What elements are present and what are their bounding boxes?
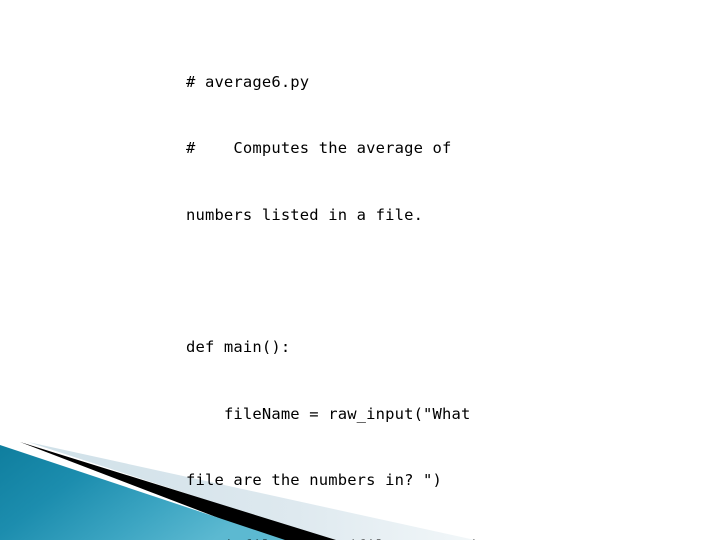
code-line: infile = open(fileName,'r') xyxy=(186,535,586,540)
code-line: fileName = raw_input("What xyxy=(186,404,471,423)
code-line: file are the numbers in? ") xyxy=(186,470,443,489)
code-line: numbers listed in a file. xyxy=(186,205,424,224)
slide-canvas: # average6.py # Computes the average of … xyxy=(0,0,720,540)
code-line: def main(): xyxy=(186,338,291,357)
code-listing: # average6.py # Computes the average of … xyxy=(186,27,586,540)
code-line: # average6.py xyxy=(186,73,310,92)
code-line: # Computes the average of xyxy=(186,139,452,158)
